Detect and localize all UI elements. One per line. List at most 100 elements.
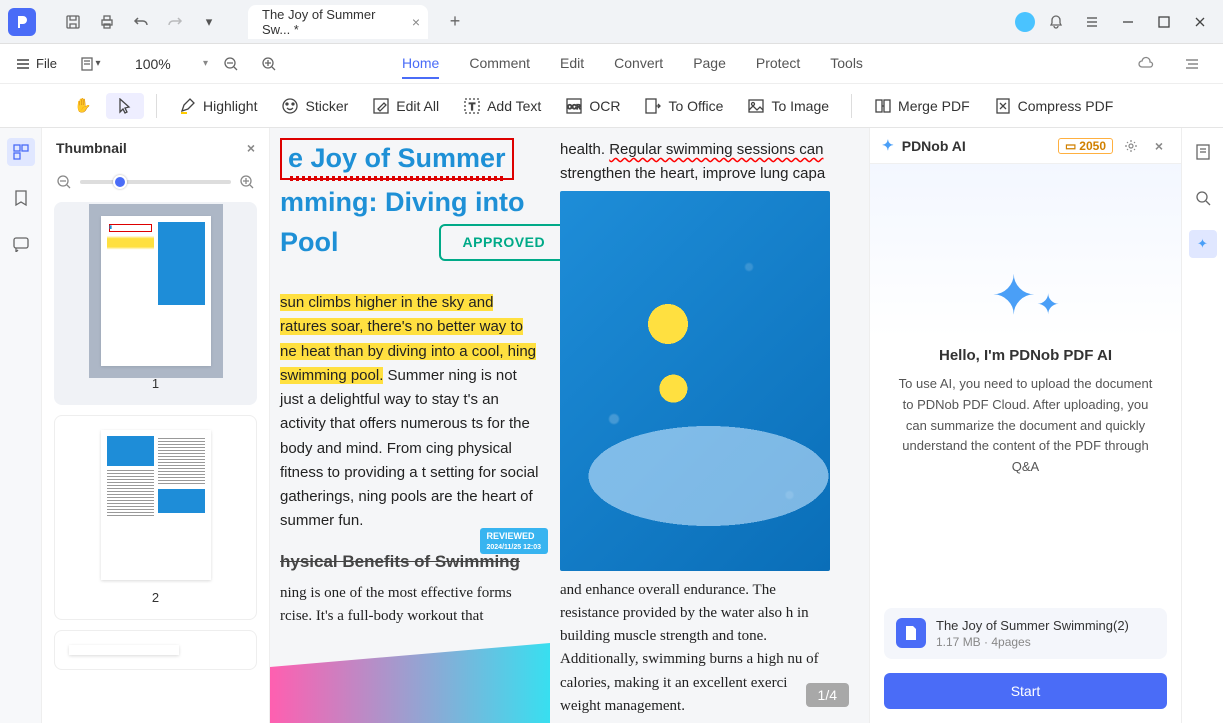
ai-panel-title: PDNob AI (902, 138, 966, 154)
right-rail: ✦ (1181, 128, 1223, 723)
tab-comment[interactable]: Comment (469, 49, 530, 79)
search-rail-icon[interactable] (1189, 184, 1217, 212)
document-view[interactable]: e Joy of Summer mming: Diving into Pool … (270, 128, 869, 723)
add-text-tool[interactable]: T Add Text (453, 93, 551, 119)
to-office-tool[interactable]: To Office (634, 93, 733, 119)
minimize-icon[interactable] (1113, 7, 1143, 37)
select-tool[interactable] (106, 93, 144, 119)
thumb-zoom-slider[interactable] (80, 180, 231, 184)
thumb-zoom-out-icon[interactable] (56, 174, 72, 190)
user-avatar[interactable] (1015, 12, 1035, 32)
zoom-dropdown-icon[interactable]: ▾ (203, 58, 208, 69)
document-tab[interactable]: The Joy of Summer Sw... * × (248, 5, 428, 39)
thumb-zoom-in-icon[interactable] (239, 174, 255, 190)
ai-settings-icon[interactable] (1121, 136, 1141, 156)
merge-label: Merge PDF (898, 98, 970, 114)
svg-text:T: T (469, 102, 475, 113)
thumbnail-title: Thumbnail (56, 140, 127, 156)
doc-right-top: health. Regular swimming sessions can st… (560, 138, 830, 187)
sticker-tool[interactable]: Sticker (271, 93, 358, 119)
left-rail (0, 128, 42, 723)
add-text-label: Add Text (487, 98, 541, 114)
thumbnail-panel: Thumbnail × █ 1 2 (42, 128, 270, 723)
merge-icon (874, 97, 892, 115)
zoom-in-icon[interactable] (254, 49, 284, 79)
tab-home[interactable]: Home (402, 49, 439, 79)
redo-icon[interactable] (160, 7, 190, 37)
nav-tabs: Home Comment Edit Convert Page Protect T… (402, 49, 863, 79)
ai-doc-card: The Joy of Summer Swimming(2) 1.17 MB · … (884, 608, 1167, 659)
doc-right-bottom: and enhance overall endurance. The resis… (560, 579, 830, 719)
comment-rail-icon[interactable] (7, 230, 35, 258)
ai-start-button[interactable]: Start (884, 673, 1167, 709)
tab-edit[interactable]: Edit (560, 49, 584, 79)
svg-text:OCR: OCR (568, 105, 582, 111)
maximize-icon[interactable] (1149, 7, 1179, 37)
close-panel-icon[interactable]: × (247, 140, 255, 156)
doc-paragraph-2: ning is one of the most effective forms … (280, 582, 540, 629)
ocr-icon: OCR (565, 97, 583, 115)
cloud-icon[interactable] (1131, 49, 1161, 79)
doc-title-line1: e Joy of Summer (280, 138, 514, 180)
app-logo[interactable] (8, 8, 36, 36)
ai-doc-name: The Joy of Summer Swimming(2) (936, 618, 1129, 633)
thumbnail-page-2[interactable]: 2 (54, 415, 257, 620)
tab-protect[interactable]: Protect (756, 49, 800, 79)
thumbnails-rail-icon[interactable] (7, 138, 35, 166)
highlight-tool[interactable]: Highlight (169, 93, 267, 119)
to-office-label: To Office (668, 98, 723, 114)
sticker-icon (281, 97, 299, 115)
compress-label: Compress PDF (1018, 98, 1114, 114)
doc-title-line2: mming: Diving into (280, 186, 540, 220)
compress-icon (994, 97, 1012, 115)
save-icon[interactable] (58, 7, 88, 37)
properties-rail-icon[interactable] (1189, 138, 1217, 166)
bookmark-rail-icon[interactable] (7, 184, 35, 212)
menu-icon[interactable] (1077, 7, 1107, 37)
settings-lines-icon[interactable] (1177, 49, 1207, 79)
dropdown-icon[interactable]: ▾ (194, 7, 224, 37)
page-indicator[interactable]: 1/4 (806, 683, 849, 707)
ai-rail-icon[interactable]: ✦ (1189, 230, 1217, 258)
ai-description: To use AI, you need to upload the docume… (894, 374, 1157, 478)
new-tab-icon[interactable]: + (440, 7, 470, 37)
main-area: Thumbnail × █ 1 2 e Joy of Summer (0, 128, 1223, 723)
tab-page[interactable]: Page (693, 49, 726, 79)
thumbnail-page-1[interactable]: █ 1 (54, 202, 257, 405)
undo-icon[interactable] (126, 7, 156, 37)
ocr-tool[interactable]: OCROCR (555, 93, 630, 119)
zoom-level[interactable]: 100% (135, 56, 195, 72)
thumbnail-page-3[interactable] (54, 630, 257, 670)
zoom-out-icon[interactable] (216, 49, 246, 79)
pdf-doc-icon (896, 618, 926, 648)
ai-doc-meta: 1.17 MB · 4pages (936, 635, 1129, 649)
edit-all-tool[interactable]: Edit All (362, 93, 449, 119)
merge-pdf-tool[interactable]: Merge PDF (864, 93, 980, 119)
ai-credit-badge[interactable]: ▭ 2050 (1058, 138, 1113, 154)
print-icon[interactable] (92, 7, 122, 37)
notification-icon[interactable] (1041, 7, 1071, 37)
ai-hello-text: Hello, I'm PDNob PDF AI (939, 347, 1112, 364)
titlebar: ▾ The Joy of Summer Sw... * × + (0, 0, 1223, 44)
close-tab-icon[interactable]: × (412, 14, 420, 30)
reviewed-stamp: REVIEWED2024/11/25 12:03 (480, 528, 549, 554)
compress-pdf-tool[interactable]: Compress PDF (984, 93, 1124, 119)
ai-close-icon[interactable]: × (1149, 136, 1169, 156)
tab-convert[interactable]: Convert (614, 49, 663, 79)
doc-title-line3: Pool (280, 226, 339, 260)
section-heading: hysical Benefits of Swimming REVIEWED202… (280, 552, 540, 572)
toolbar: ✋ Highlight Sticker Edit All T Add Text O… (0, 84, 1223, 128)
ai-sparkle-graphic: ✦✦ (991, 264, 1060, 327)
hand-tool[interactable]: ✋ (64, 93, 102, 119)
highlight-label: Highlight (203, 98, 257, 114)
zoom-control: 100% ▾ (135, 49, 284, 79)
close-window-icon[interactable] (1185, 7, 1215, 37)
tab-tools[interactable]: Tools (830, 49, 863, 79)
to-office-icon (644, 97, 662, 115)
to-image-tool[interactable]: To Image (737, 93, 839, 119)
sparkle-icon: ✦ (882, 137, 894, 154)
highlight-icon (179, 97, 197, 115)
tab-title: The Joy of Summer Sw... * (262, 7, 398, 37)
file-menu[interactable]: File (16, 56, 57, 71)
doc-layout-icon[interactable]: ▾ (75, 49, 105, 79)
